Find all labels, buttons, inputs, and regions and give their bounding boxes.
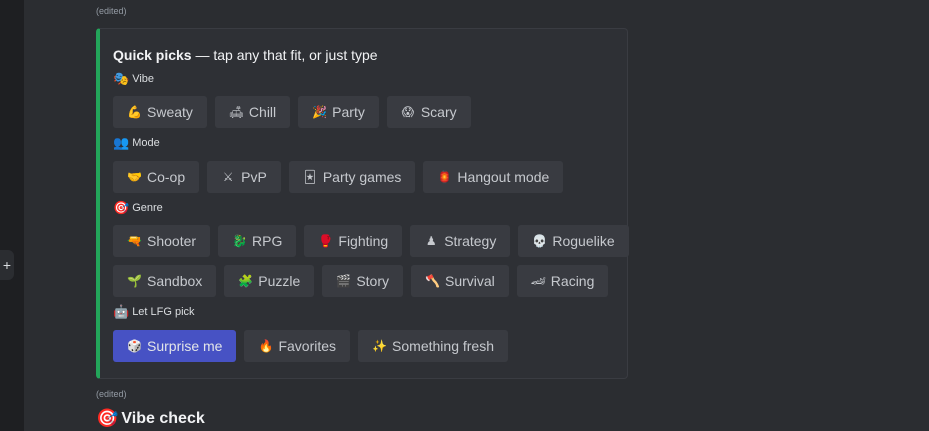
section-label-text: Let LFG pick [132, 306, 195, 318]
puzzle-piece-icon: 🧩 [238, 274, 254, 288]
lfg-button-row: 🎲 Surprise me 🔥 Favorites ✨ Something fresh [113, 330, 508, 362]
quick-picks-embed: Quick picks — tap any that fit, or just … [96, 28, 629, 379]
button-label: Something fresh [392, 338, 494, 354]
racing-car-icon: 🏎 [530, 274, 547, 288]
vibe-check-heading: 🎯 Vibe check [96, 408, 205, 429]
vibe-party-button[interactable]: 🎉 Party [298, 96, 379, 128]
button-label: Chill [248, 104, 277, 120]
seedling-icon: 🌱 [127, 274, 142, 288]
embed-title-bold: Quick picks [113, 47, 192, 63]
genre-survival-button[interactable]: 🪓 Survival [411, 265, 509, 297]
vibe-sweaty-button[interactable]: 💪 Sweaty [113, 96, 207, 128]
section-label-text: Vibe [132, 73, 155, 85]
couch-icon: 🛋 [228, 105, 245, 119]
dragon-icon: 🐉 [232, 234, 247, 248]
surprise-me-button[interactable]: 🎲 Surprise me [113, 330, 237, 362]
button-label: Hangout mode [457, 169, 550, 185]
favorites-button[interactable]: 🔥 Favorites [244, 330, 351, 362]
section-label-lfg: 🤖 Let LFG pick [113, 305, 195, 319]
vibe-check-text: Vibe check [121, 409, 205, 427]
mode-hangout-button[interactable]: 🏮 Hangout mode [423, 161, 564, 193]
button-label: Party [332, 104, 365, 120]
section-label-genre: 🎯 Genre [113, 201, 163, 215]
add-icon[interactable]: + [0, 250, 14, 280]
button-label: Survival [445, 273, 495, 289]
section-label-text: Genre [132, 202, 163, 214]
section-label-text: Mode [132, 137, 160, 149]
axe-icon: 🪓 [425, 274, 440, 288]
button-label: Roguelike [552, 233, 615, 249]
button-label: Scary [420, 104, 457, 120]
edited-tag: (edited) [96, 6, 127, 16]
mode-button-row: 🤝 Co-op ⚔ PvP 🃏 Party games 🏮 Hangout mode [113, 161, 564, 193]
button-label: Party games [322, 169, 402, 185]
boxing-glove-icon: 🥊 [318, 234, 334, 248]
vibe-scary-button[interactable]: 😱 Scary [386, 96, 471, 128]
button-label: Co-op [147, 169, 186, 185]
genre-racing-button[interactable]: 🏎 Racing [516, 265, 609, 297]
dice-icon: 🎲 [127, 339, 142, 353]
lantern-icon: 🏮 [437, 170, 453, 184]
server-rail [0, 0, 24, 431]
mode-coop-button[interactable]: 🤝 Co-op [113, 161, 200, 193]
clapper-board-icon: 🎬 [336, 274, 352, 288]
genre-puzzle-button[interactable]: 🧩 Puzzle [224, 265, 315, 297]
something-fresh-button[interactable]: ✨ Something fresh [358, 330, 508, 362]
button-label: Surprise me [147, 338, 223, 354]
genre-fighting-button[interactable]: 🥊 Fighting [304, 225, 403, 257]
mode-party-games-button[interactable]: 🃏 Party games [288, 161, 416, 193]
button-label: Story [356, 273, 389, 289]
button-label: RPG [252, 233, 283, 249]
embed-content: Quick picks — tap any that fit, or just … [113, 47, 378, 65]
button-label: Racing [550, 273, 595, 289]
button-label: Shooter [147, 233, 197, 249]
genre-roguelike-button[interactable]: 💀 Roguelike [518, 225, 629, 257]
genre-button-row-2: 🌱 Sandbox 🧩 Puzzle 🎬 Story 🪓 Survival 🏎 Racin… [113, 265, 609, 297]
button-label: Sweaty [147, 104, 193, 120]
genre-rpg-button[interactable]: 🐉 RPG [218, 225, 297, 257]
people-icon: 👥 [113, 135, 130, 150]
fire-icon: 🔥 [258, 339, 274, 353]
robot-icon: 🤖 [113, 304, 130, 319]
genre-story-button[interactable]: 🎬 Story [322, 265, 403, 297]
target-icon: 🎯 [113, 200, 130, 215]
party-popper-icon: 🎉 [312, 105, 328, 119]
genre-shooter-button[interactable]: 🔫 Shooter [113, 225, 211, 257]
embed-title-rest: — tap any that fit, or just type [191, 47, 378, 63]
button-label: Sandbox [147, 273, 203, 289]
edited-tag: (edited) [96, 389, 127, 399]
skull-icon: 💀 [532, 234, 548, 248]
flexed-biceps-icon: 💪 [127, 105, 142, 119]
playing-card-icon: 🃏 [303, 170, 316, 184]
screaming-face-icon: 😱 [401, 105, 415, 119]
chess-pawn-icon: ♟ [425, 234, 437, 248]
button-label: Favorites [278, 338, 337, 354]
sparkles-icon: ✨ [372, 339, 387, 353]
section-label-mode: 👥 Mode [113, 136, 160, 150]
genre-strategy-button[interactable]: ♟ Strategy [410, 225, 511, 257]
button-label: Puzzle [258, 273, 301, 289]
mode-pvp-button[interactable]: ⚔ PvP [207, 161, 281, 193]
water-pistol-icon: 🔫 [127, 234, 142, 248]
embed-title: Quick picks — tap any that fit, or just … [113, 47, 378, 65]
genre-button-row-1: 🔫 Shooter 🐉 RPG 🥊 Fighting ♟ Strategy 💀 Rogue… [113, 225, 629, 257]
crossed-swords-icon: ⚔ [222, 170, 234, 184]
theater-masks-icon: 🎭 [113, 71, 130, 86]
vibe-chill-button[interactable]: 🛋 Chill [214, 96, 291, 128]
handshake-icon: 🤝 [127, 170, 142, 184]
vibe-button-row: 💪 Sweaty 🛋 Chill 🎉 Party 😱 Scary [113, 96, 471, 128]
target-icon: 🎯 [96, 408, 119, 428]
genre-sandbox-button[interactable]: 🌱 Sandbox [113, 265, 217, 297]
button-label: Strategy [444, 233, 497, 249]
section-label-vibe: 🎭 Vibe [113, 72, 154, 86]
button-label: Fighting [338, 233, 389, 249]
button-label: PvP [241, 169, 267, 185]
